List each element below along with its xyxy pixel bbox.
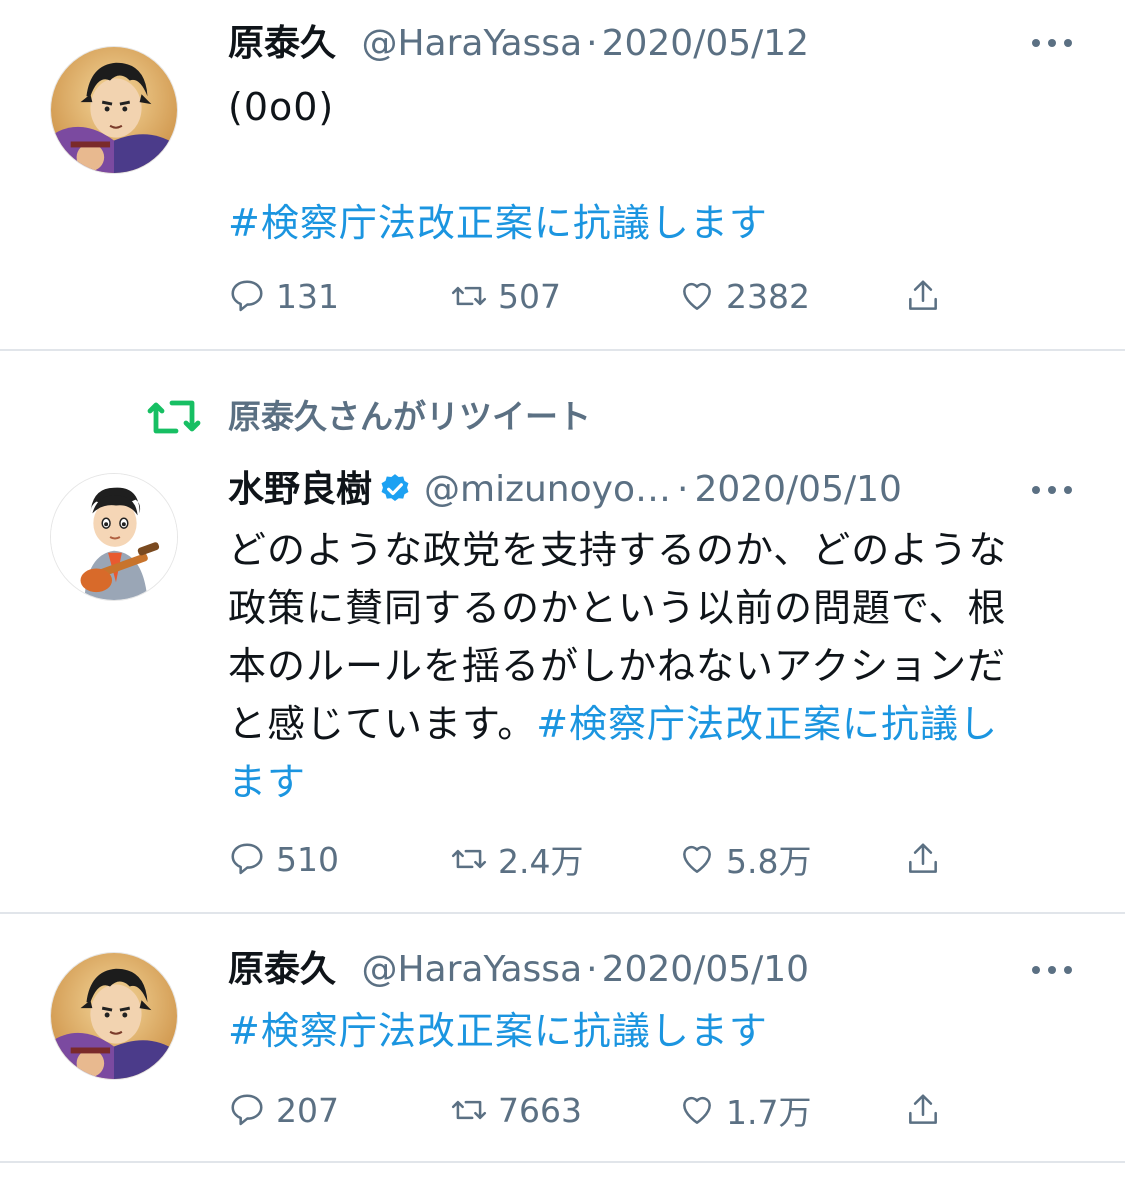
like-button[interactable]: 2382: [678, 270, 810, 322]
like-button[interactable]: 5.8万: [678, 833, 811, 885]
tweet-header: 原泰久 @HaraYassa · 2020/05/10: [228, 946, 809, 994]
more-icon[interactable]: [1030, 962, 1074, 978]
hashtag-link[interactable]: #検察庁法改正案に抗議します: [228, 1002, 1078, 1060]
tweet-actions: 510 2.4万 5.8万: [228, 833, 988, 885]
display-name[interactable]: 水野良樹: [228, 469, 372, 510]
share-button[interactable]: [904, 833, 952, 885]
avatar-mizunoyoshiki[interactable]: [50, 473, 178, 601]
reply-count: 510: [276, 839, 339, 879]
retweet-count: 507: [498, 276, 561, 316]
share-button[interactable]: [904, 1084, 952, 1136]
tweet-3[interactable]: 原泰久 @HaraYassa · 2020/05/10 #検察庁法改正案に抗議します…: [0, 914, 1125, 1162]
like-icon: [683, 282, 711, 310]
tweet-date[interactable]: 2020/05/10: [602, 949, 810, 990]
tweet-2[interactable]: 原泰久さんがリツイート 水野良樹 @mizunoyo… · 2020/05/10 どの…: [0, 351, 1125, 913]
share-icon: [909, 280, 937, 310]
retweet-button[interactable]: 2.4万: [450, 833, 583, 885]
avatar-harayassa[interactable]: [50, 952, 178, 1080]
tweet-actions: 131 507 2382: [228, 270, 988, 322]
hashtag-link-continuation[interactable]: ます: [228, 753, 1078, 811]
avatar-harayassa[interactable]: [50, 46, 178, 174]
share-button[interactable]: [904, 270, 952, 322]
like-icon: [683, 1096, 711, 1124]
tweet-1[interactable]: 原泰久 @HaraYassa · 2020/05/12 (0o0) #検察庁法改正案…: [0, 0, 1125, 350]
reply-button[interactable]: 207: [228, 1084, 339, 1136]
separator-dot: ·: [676, 469, 689, 510]
separator-dot: ·: [586, 23, 598, 64]
retweet-indicator-icon: [147, 400, 201, 434]
tweet-text-line: 本のルールを揺るがしかねないアクションだ: [228, 644, 1007, 688]
tweet-text-line: と感じています。#検察庁法改正案に抗議し: [228, 695, 1078, 753]
verified-badge-icon: [381, 474, 409, 502]
reply-button[interactable]: 510: [228, 833, 339, 885]
tweet-actions: 207 7663 1.7万: [228, 1084, 988, 1136]
retweet-button[interactable]: 507: [450, 270, 561, 322]
tweet-text: (0o0) #検察庁法改正案に抗議します: [228, 78, 1078, 252]
display-name[interactable]: 原泰久: [228, 23, 336, 64]
reply-button[interactable]: 131: [228, 270, 339, 322]
more-icon[interactable]: [1030, 482, 1074, 498]
like-button[interactable]: 1.7万: [678, 1084, 811, 1136]
handle[interactable]: @HaraYassa: [361, 949, 582, 990]
separator-dot: ·: [586, 949, 598, 990]
display-name[interactable]: 原泰久: [228, 949, 336, 990]
manga-avatar-image: [51, 953, 177, 1079]
like-icon: [683, 845, 711, 873]
tweet-divider: [0, 1161, 1125, 1163]
retweet-count: 2.4万: [498, 842, 584, 881]
like-count: 2382: [726, 276, 810, 316]
manga-avatar-image: [51, 47, 177, 173]
retweeted-by-label[interactable]: 原泰久さんがリツイート: [228, 395, 591, 439]
retweet-icon: [451, 286, 487, 306]
reply-count: 207: [276, 1090, 339, 1130]
retweet-icon: [451, 849, 487, 869]
tweet-text-line: 政策に賛同するのかという以前の問題で、根: [228, 586, 1007, 630]
tweet-header: 水野良樹 @mizunoyo… · 2020/05/10: [228, 466, 902, 514]
tweet-text: どのような政党を支持するのか、どのような 政策に賛同するのかという以前の問題で、…: [228, 521, 1078, 811]
like-count: 1.7万: [726, 1093, 812, 1132]
tweet-header: 原泰久 @HaraYassa · 2020/05/12: [228, 20, 809, 68]
handle[interactable]: @HaraYassa: [361, 23, 582, 64]
tweet-date[interactable]: 2020/05/12: [602, 23, 810, 64]
tweet-text: #検察庁法改正案に抗議します: [228, 1002, 1078, 1060]
retweet-count: 7663: [498, 1090, 582, 1130]
more-icon[interactable]: [1030, 35, 1074, 51]
illustrated-avatar-image: [51, 474, 177, 600]
reply-count: 131: [276, 276, 339, 316]
like-count: 5.8万: [726, 842, 812, 881]
handle[interactable]: @mizunoyo…: [424, 469, 671, 510]
tweet-text-line: どのような政党を支持するのか、どのような: [228, 528, 1008, 572]
tweet-date[interactable]: 2020/05/10: [694, 469, 902, 510]
tweet-text-fragment: と感じています。: [228, 702, 537, 746]
reply-icon: [231, 1094, 263, 1126]
hashtag-link[interactable]: #検察庁法改正案に抗議し: [536, 702, 998, 746]
retweet-icon: [451, 1100, 487, 1120]
retweet-button[interactable]: 7663: [450, 1084, 582, 1136]
tweet-text-line: (0o0): [228, 85, 335, 129]
share-icon: [909, 1094, 937, 1124]
share-icon: [909, 843, 937, 873]
hashtag-link[interactable]: #検察庁法改正案に抗議します: [228, 194, 1078, 252]
reply-icon: [231, 843, 263, 875]
reply-icon: [231, 280, 263, 312]
